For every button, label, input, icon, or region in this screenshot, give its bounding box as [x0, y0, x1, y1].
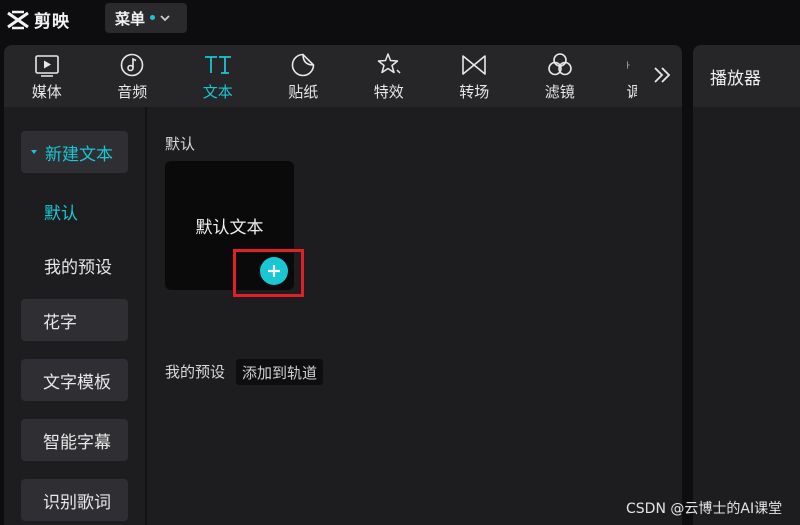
filter-icon — [547, 53, 572, 76]
material-panel: 媒体 音频 文本 贴纸 特效 转场 滤镜 调 新建文本 默认 我的预设 花字 文… — [4, 45, 682, 525]
highlight-box — [233, 249, 304, 297]
tab-audio[interactable]: 音频 — [90, 45, 176, 107]
tab-label: 媒体 — [31, 83, 62, 101]
tab-label: 文本 — [202, 83, 233, 101]
menu-label: 菜单 — [115, 9, 146, 28]
tab-media[interactable]: 媒体 — [4, 45, 90, 107]
tab-label: 转场 — [459, 83, 490, 101]
nav-smart-captions[interactable]: 智能字幕 — [21, 419, 128, 461]
category-tabs: 媒体 音频 文本 贴纸 特效 转场 滤镜 调 — [4, 45, 682, 107]
app-logo: 剪映 — [6, 7, 70, 32]
tab-text[interactable]: 文本 — [175, 45, 261, 107]
section-title-my-presets: 我的预设 — [165, 363, 226, 381]
nav-my-presets[interactable]: 我的预设 — [44, 253, 112, 278]
nav-new-text-label: 新建文本 — [45, 144, 113, 165]
tab-sticker[interactable]: 贴纸 — [261, 45, 347, 107]
nav-smart-captions-label: 智能字幕 — [43, 432, 111, 453]
double-chevron-right-icon[interactable] — [650, 63, 674, 87]
nav-fancy-text[interactable]: 花字 — [21, 299, 128, 341]
transition-icon — [462, 55, 487, 75]
text-icon — [204, 56, 231, 74]
player-panel: 播放器 — [693, 45, 800, 525]
tab-label: 贴纸 — [288, 83, 319, 101]
tab-transition[interactable]: 转场 — [432, 45, 518, 107]
sticker-icon — [291, 53, 315, 77]
media-icon — [34, 55, 59, 77]
text-content-area: 默认 默认文本 我的预设 添加到轨道 — [149, 107, 682, 525]
caret-down-icon — [31, 150, 37, 154]
tab-adjust[interactable]: 调 — [603, 45, 637, 107]
nav-new-text[interactable]: 新建文本 — [21, 131, 128, 173]
tab-effects[interactable]: 特效 — [346, 45, 432, 107]
tab-label: 特效 — [373, 83, 404, 101]
tab-filter[interactable]: 滤镜 — [517, 45, 603, 107]
section-title-default: 默认 — [165, 135, 196, 153]
nav-fancy-text-label: 花字 — [43, 312, 77, 333]
nav-recognize-lyrics[interactable]: 识别歌词 — [21, 479, 128, 521]
chevron-down-icon — [160, 15, 170, 22]
effects-icon — [377, 53, 401, 74]
audio-icon — [120, 53, 144, 77]
nav-text-template[interactable]: 文字模板 — [21, 359, 128, 401]
nav-default[interactable]: 默认 — [44, 199, 78, 224]
card-label: 默认文本 — [195, 218, 264, 238]
add-to-track-tooltip: 添加到轨道 — [236, 359, 324, 385]
tab-label: 音频 — [117, 83, 148, 101]
text-sidenav: 新建文本 默认 我的预设 花字 文字模板 智能字幕 识别歌词 — [4, 107, 147, 525]
player-title: 播放器 — [710, 68, 761, 89]
menu-button[interactable]: 菜单 — [105, 3, 187, 33]
tab-label: 调 — [626, 83, 637, 101]
capcut-logo-icon — [7, 10, 29, 29]
nav-text-template-label: 文字模板 — [43, 372, 111, 393]
menu-notification-dot — [150, 14, 156, 20]
title-bar: 剪映 菜单 — [0, 0, 800, 38]
adjust-icon — [626, 61, 630, 69]
tab-label: 滤镜 — [544, 83, 575, 101]
player-header: 播放器 — [693, 45, 800, 107]
nav-recognize-lyrics-label: 识别歌词 — [43, 492, 111, 513]
watermark: CSDN @云博士的AI课堂 — [626, 501, 783, 517]
app-name: 剪映 — [34, 12, 70, 32]
